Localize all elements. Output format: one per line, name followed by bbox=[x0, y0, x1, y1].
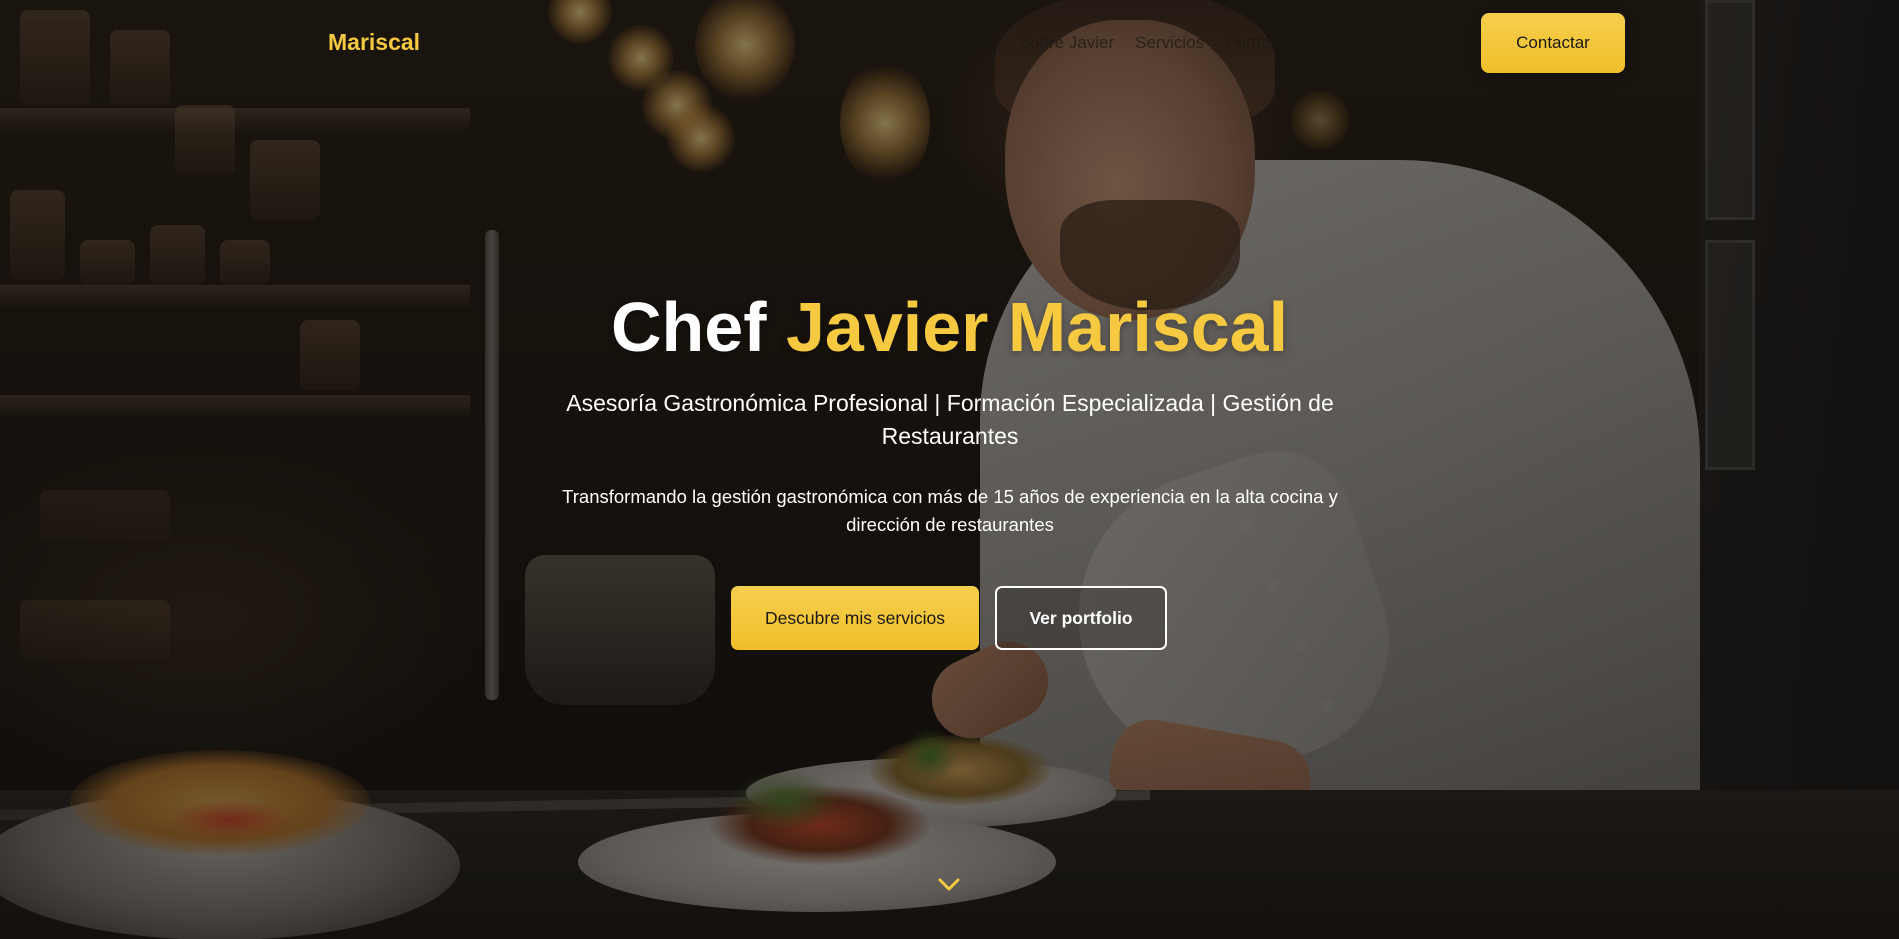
nav-link-inicio[interactable]: Inicio bbox=[958, 33, 998, 53]
hero-subtitle: Asesoría Gastronómica Profesional | Form… bbox=[566, 390, 1334, 449]
hero-title-accent: Javier Mariscal bbox=[785, 288, 1289, 366]
hero-title: Chef Javier Mariscal bbox=[0, 287, 1899, 367]
hero-description: Transformando la gestión gastronómica co… bbox=[562, 486, 1338, 535]
services-button[interactable]: Descubre mis servicios bbox=[731, 586, 979, 650]
site-logo[interactable]: Mariscal bbox=[328, 29, 420, 56]
top-navigation: Mariscal Inicio Sobre Javier Servicios P… bbox=[0, 0, 1899, 88]
nav-links: Inicio Sobre Javier Servicios Portfolio … bbox=[958, 33, 1398, 53]
chevron-down-icon[interactable] bbox=[937, 877, 961, 893]
portfolio-button[interactable]: Ver portfolio bbox=[995, 586, 1167, 650]
dark-overlay bbox=[0, 0, 1899, 939]
contact-button[interactable]: Contactar bbox=[1481, 13, 1625, 73]
hero-background-image bbox=[0, 0, 1899, 939]
hero-title-prefix: Chef bbox=[610, 288, 786, 366]
nav-link-servicios[interactable]: Servicios bbox=[1135, 33, 1204, 53]
nav-link-portfolio[interactable]: Portfolio bbox=[1225, 33, 1287, 53]
nav-link-contacto[interactable]: Contacto bbox=[1308, 33, 1376, 53]
nav-link-sobre-javier[interactable]: Sobre Javier bbox=[1019, 33, 1114, 53]
